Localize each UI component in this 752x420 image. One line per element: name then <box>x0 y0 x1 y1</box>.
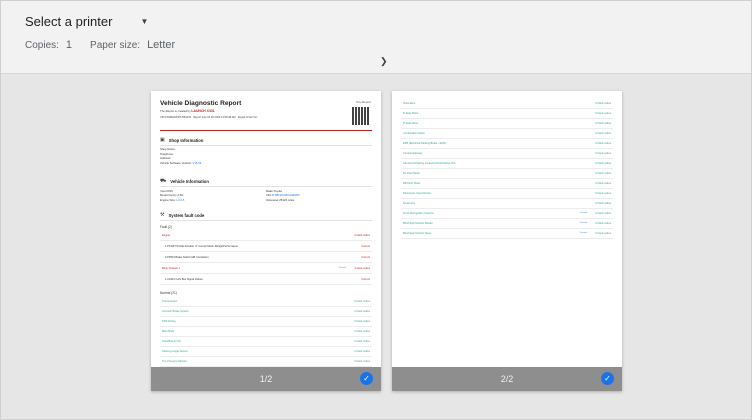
divider <box>160 186 372 187</box>
table-row: Main Body 0 Fault codes <box>160 327 372 337</box>
normal-group-header: Normal (21) <box>160 291 177 295</box>
table-row: RR Door Motor 0 Fault codes <box>401 179 613 189</box>
table-row: 2.P0504 Brake Switch A/B Correlation Curr… <box>160 253 372 263</box>
table-row: D-Seat Motor 0 Fault codes <box>401 109 613 119</box>
table-row: Steering Angle Sensor 0 Fault codes <box>160 347 372 357</box>
table-row: Blind Spot Monitor Slave Cleared 0 Fault c… <box>401 229 613 239</box>
shop-info: Shop Name: Telephone: Address: Vehicle S… <box>160 147 202 165</box>
car-icon: ⛟ <box>160 178 167 184</box>
page-footer: 2/2 ✓ <box>392 367 622 391</box>
page-number: 1/2 <box>259 374 273 384</box>
header-divider <box>160 130 372 131</box>
table-row: Tire/Wheels Info 0 Fault codes <box>160 337 372 347</box>
copies-value[interactable]: 1 <box>66 39 72 51</box>
table-row: Tire Pressure Monitor 0 Fault codes <box>160 357 372 367</box>
divider <box>160 145 372 146</box>
print-settings-header: Select a printer ▼ Copies: 1 Paper size:… <box>1 1 751 74</box>
table-row: Combination Meter 0 Fault codes <box>401 129 613 139</box>
wrench-icon: ⚒ <box>160 212 165 218</box>
table-row: Panoramic View Monitor 0 Fault codes <box>401 189 613 199</box>
table-row: Advanced Parking Guidance/ICS/Intuitive … <box>401 159 613 169</box>
copies-label: Copies: <box>25 40 59 51</box>
print-dialog: Select a printer ▼ Copies: 1 Paper size:… <box>0 0 752 420</box>
paper-size-value[interactable]: Letter <box>147 39 175 51</box>
table-row: EPB (Electrical Parking Brake - EMV) 0 Fa… <box>401 139 613 149</box>
printer-label: Select a printer <box>25 14 113 29</box>
table-row: 1.P2118 Throttle Actuator 'A' Control Mo… <box>160 242 372 252</box>
table-row: Central Gateway 0 Fault codes <box>401 149 613 159</box>
page-number: 2/2 <box>500 374 514 384</box>
table-row: Engine 2 Fault codes <box>160 231 372 241</box>
report-creator: The Report is created by LAUNCH X431 <box>160 109 215 113</box>
pre-report-label: Pre-Report <box>356 100 371 104</box>
page-footer: 1/2 ✓ <box>151 367 381 391</box>
table-row: Smart Key 0 Fault codes <box>401 199 613 209</box>
check-circle-icon[interactable]: ✓ <box>360 372 373 385</box>
paper-size-label: Paper size: <box>90 40 141 51</box>
table-row: Transmission 0 Fault codes <box>160 297 372 307</box>
vehicle-info-heading: ⛟ Vehicle Information <box>160 178 209 184</box>
preview-page-2: Telematics 0 Fault codes D-Seat Motor 0 Fa… <box>392 91 622 391</box>
table-row: Telematics 0 Fault codes <box>401 99 613 109</box>
shop-info-heading: ▣ Shop Information <box>160 137 204 143</box>
table-row: RL Door Motor 0 Fault codes <box>401 169 613 179</box>
divider <box>160 220 372 221</box>
table-row: Body Chassis 1 Cleared 1 Fault codes <box>160 264 372 274</box>
printer-dropdown[interactable]: Select a printer ▼ <box>25 14 148 29</box>
qr-code-icon <box>352 107 370 125</box>
launch-logo: LAUNCH X431 <box>191 109 215 113</box>
table-row: Blind Spot Monitor Master Cleared 0 Fault … <box>401 219 613 229</box>
check-circle-icon[interactable]: ✓ <box>601 372 614 385</box>
report-meta: VIN:4T1BE46K37U554433 Report time:04.30.… <box>160 116 258 119</box>
chevron-down-icon[interactable]: ❯ <box>380 56 388 67</box>
vehicle-info-left: Year:2015 Model:Camry 2.5G Engine Size: … <box>160 189 185 202</box>
fault-group-header: Fault (2) <box>160 225 172 229</box>
table-row: Anti-lock Brake System 0 Fault codes <box>160 307 372 317</box>
table-row: Front Recognition Camera Cleared 0 Fault c… <box>401 209 613 219</box>
caret-down-icon: ▼ <box>140 17 149 26</box>
system-fault-heading: ⚒ System fault code <box>160 212 205 218</box>
preview-page-1: Vehicle Diagnostic Report Pre-Report The… <box>151 91 381 391</box>
store-icon: ▣ <box>160 137 165 143</box>
table-row: SRS Airbag 0 Fault codes <box>160 317 372 327</box>
settings-summary: Copies: 1 Paper size: Letter <box>25 39 175 51</box>
print-preview-area: Vehicle Diagnostic Report Pre-Report The… <box>1 74 751 419</box>
vehicle-info-right: Make:Toyota VIN:4T1BF1FK2FU000000 Odomet… <box>266 189 300 202</box>
table-row: 1.C1821 CAN Bus Signal Failure Current <box>160 275 372 285</box>
table-row: P-Seat Motor 0 Fault codes <box>401 119 613 129</box>
report-title: Vehicle Diagnostic Report <box>160 100 242 107</box>
